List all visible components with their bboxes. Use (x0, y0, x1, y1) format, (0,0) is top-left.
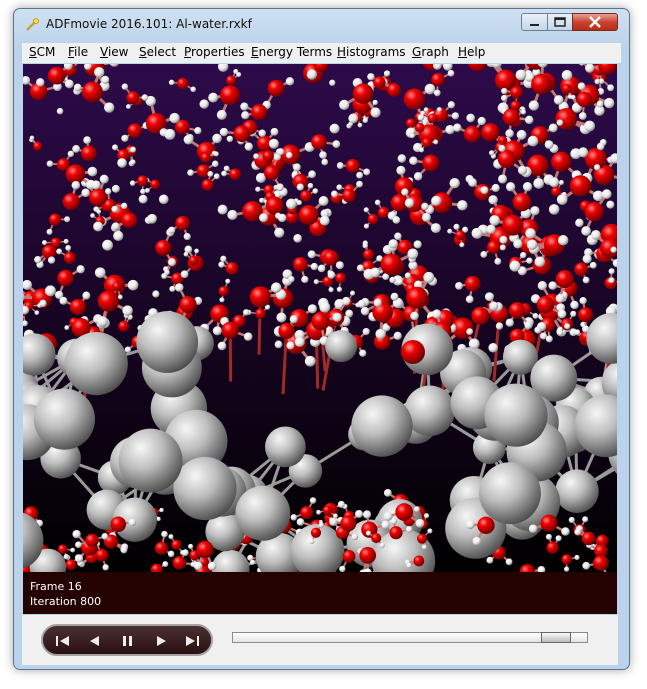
maximize-icon (554, 17, 566, 27)
menu-scm[interactable]: SCM (29, 45, 55, 59)
menu-graph[interactable]: Graph (412, 45, 449, 59)
last-frame-button[interactable] (181, 631, 203, 651)
menu-properties[interactable]: Properties (184, 45, 245, 59)
playback-bar (22, 615, 618, 665)
previous-frame-button[interactable] (84, 631, 106, 651)
frame-label: Frame 16 (30, 580, 82, 593)
next-frame-button[interactable] (150, 631, 172, 651)
first-frame-icon (56, 636, 69, 646)
last-frame-icon (186, 636, 199, 646)
molecule-viewport[interactable] (23, 64, 617, 572)
close-icon (589, 16, 601, 28)
menu-bar: SCM File View Select Properties Energy T… (22, 43, 621, 63)
menu-select[interactable]: Select (139, 45, 176, 59)
iteration-label: Iteration 800 (30, 595, 102, 608)
menu-histograms[interactable]: Histograms (337, 45, 406, 59)
application-window: ADFmovie 2016.101: Al-water.rxkf SCM Fil… (13, 8, 630, 670)
molecular-scene[interactable] (23, 64, 617, 572)
minimize-button[interactable] (521, 13, 548, 31)
pause-button[interactable] (117, 631, 139, 651)
status-panel: Frame 16 Iteration 800 (23, 572, 617, 614)
pause-icon (123, 636, 132, 646)
menu-file[interactable]: File (68, 45, 88, 59)
close-button[interactable] (572, 13, 618, 31)
minimize-icon (530, 24, 539, 26)
frame-slider-thumb[interactable] (541, 632, 571, 643)
first-frame-button[interactable] (52, 631, 74, 651)
menu-help[interactable]: Help (458, 45, 485, 59)
title-bar[interactable]: ADFmovie 2016.101: Al-water.rxkf (14, 9, 629, 41)
menu-view[interactable]: View (100, 45, 128, 59)
transport-controls (41, 624, 213, 656)
adf-wand-icon (26, 18, 39, 31)
window-title: ADFmovie 2016.101: Al-water.rxkf (46, 17, 252, 31)
frame-slider[interactable] (232, 632, 588, 643)
maximize-button[interactable] (547, 13, 573, 31)
next-icon (157, 636, 166, 646)
previous-icon (90, 636, 99, 646)
menu-energy-terms[interactable]: Energy Terms (251, 45, 332, 59)
